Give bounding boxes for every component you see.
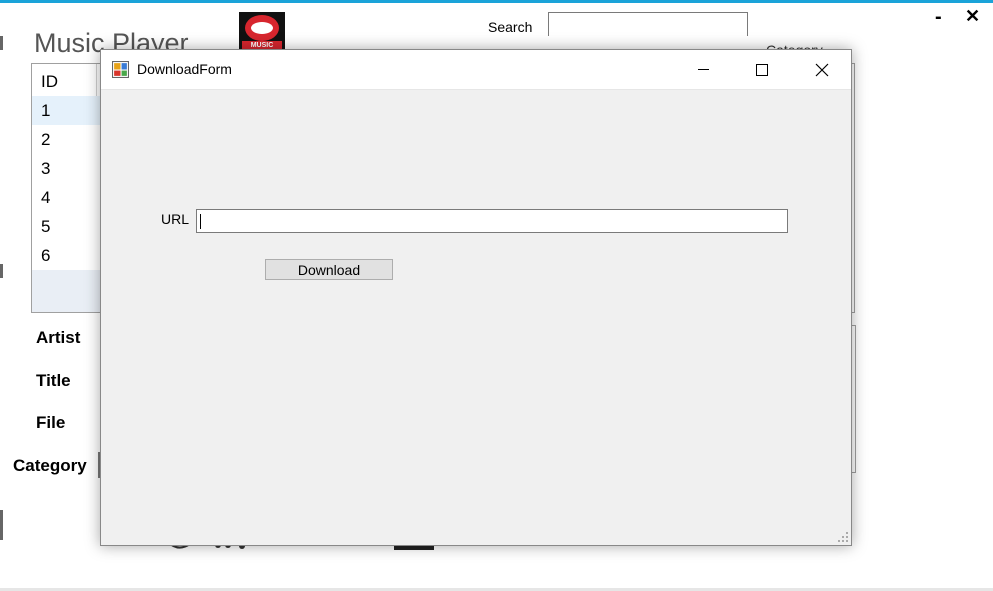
download-form-dialog: DownloadForm URL Download [100, 49, 852, 546]
main-close-button[interactable]: ✕ [965, 6, 980, 27]
list-item[interactable]: 1 [32, 96, 102, 125]
form-icon [112, 61, 129, 78]
dialog-title: DownloadForm [137, 61, 232, 77]
progress-bar[interactable] [394, 546, 434, 550]
download-button[interactable]: Download [265, 259, 393, 280]
close-icon [815, 63, 829, 77]
edge-mark [0, 36, 3, 50]
edge-mark [0, 264, 3, 278]
category-label: Category [13, 456, 87, 475]
list-item[interactable]: 4 [32, 183, 102, 212]
url-label: URL [161, 211, 190, 227]
music-logo: MUSIC [239, 12, 285, 50]
window-accent-border [0, 0, 993, 3]
dialog-close-button[interactable] [799, 50, 845, 89]
list-item[interactable]: 6 [32, 241, 102, 270]
url-input[interactable] [196, 209, 788, 233]
search-input[interactable] [548, 12, 748, 36]
artist-label: Artist [36, 328, 81, 347]
title-label: Title [36, 371, 71, 390]
headphones-icon [245, 15, 279, 41]
main-minimize-button[interactable]: - [935, 6, 942, 29]
resize-grip-icon[interactable] [838, 532, 848, 542]
edge-mark [0, 510, 3, 540]
column-header-id[interactable]: ID [32, 64, 97, 97]
list-item[interactable]: 2 [32, 125, 102, 154]
list-item[interactable]: 3 [32, 154, 102, 183]
dialog-titlebar[interactable]: DownloadForm [101, 50, 851, 90]
file-label: File [36, 413, 66, 432]
list-item[interactable]: 5 [32, 212, 102, 241]
dialog-maximize-button[interactable] [739, 50, 785, 89]
dialog-minimize-button[interactable] [681, 50, 727, 89]
text-caret [200, 214, 201, 229]
list-empty-area [32, 270, 102, 312]
search-label: Search [488, 19, 533, 35]
